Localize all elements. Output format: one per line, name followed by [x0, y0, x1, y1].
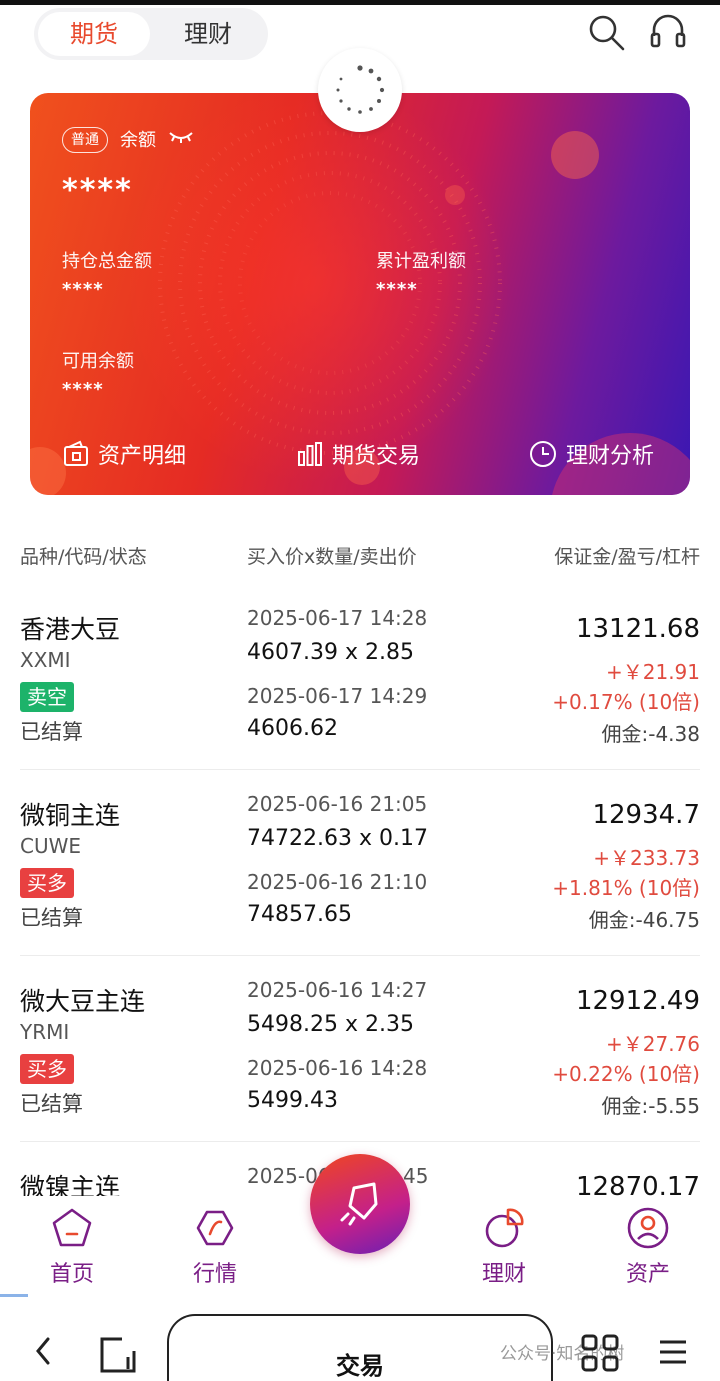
close-time: 2025-06-16 14:28 [247, 1056, 428, 1080]
commission: 佣金:-5.55 [601, 1094, 701, 1118]
variety-code: CUWE [20, 834, 82, 858]
close-price: 5499.43 [247, 1088, 338, 1113]
rocket-icon [340, 1182, 378, 1226]
variety-name: 香港大豆 [20, 615, 121, 644]
asset-detail-label: 资产明细 [98, 444, 187, 469]
clock-icon [530, 441, 556, 467]
margin-value: 13121.68 [575, 614, 700, 644]
grid-icon[interactable] [580, 1333, 620, 1377]
header-margin: 保证金/盈亏/杠杆 [554, 546, 700, 568]
nav-market-label: 行情 [192, 1262, 237, 1287]
wealth-analysis-button[interactable]: 理财分析 [528, 437, 654, 471]
margin-value: 12934.7 [592, 800, 700, 830]
market-icon [196, 1210, 234, 1246]
close-price: 74857.65 [247, 902, 352, 927]
trade-fab-button[interactable] [310, 1154, 410, 1254]
status-strip [0, 0, 720, 5]
header-price: 买入价x数量/卖出价 [247, 546, 417, 568]
variety-name: 微大豆主连 [20, 987, 146, 1016]
side-tag: 卖空 [20, 682, 74, 712]
back-icon[interactable] [30, 1335, 58, 1371]
pnl-value: +￥21.91 [605, 660, 700, 684]
asset-card: 普通 余额 **** 持仓总金额 **** 累计盈利额 **** 可用余额 **… [30, 93, 690, 495]
pnl-value: +￥233.73 [593, 846, 700, 870]
open-price-qty: 5498.25 x 2.35 [247, 1012, 414, 1037]
variety-name: 微铜主连 [20, 801, 121, 830]
variety-code: YRMI [20, 1020, 70, 1044]
tabs-icon[interactable] [98, 1335, 138, 1379]
scroll-indicator [0, 1294, 28, 1297]
close-price: 4606.62 [247, 716, 338, 741]
loading-spinner [318, 48, 402, 132]
nav-assets-label: 资产 [625, 1262, 670, 1287]
nav-assets[interactable]: 资产 [600, 1206, 696, 1288]
commission: 佣金:-4.38 [601, 722, 701, 746]
open-time: 2025-06-16 21:05 [247, 792, 428, 816]
bar-chart-icon [298, 442, 322, 466]
wealth-analysis-label: 理财分析 [566, 444, 655, 469]
header-variety: 品种/代码/状态 [20, 546, 147, 568]
trade-button[interactable]: 交易 [167, 1314, 553, 1381]
open-price-qty: 4607.39 x 2.85 [247, 640, 414, 665]
row-divider [20, 955, 700, 956]
futures-trade-label: 期货交易 [332, 444, 421, 469]
segment-control: 期货 理财 [34, 8, 268, 60]
row-divider [20, 769, 700, 770]
home-icon [52, 1208, 92, 1247]
close-time: 2025-06-17 14:29 [247, 684, 428, 708]
table-row[interactable]: 微铜主连 CUWE 买多 已结算 2025-06-16 21:05 74722.… [0, 784, 720, 956]
table-row[interactable]: 香港大豆 XXMI 卖空 已结算 2025-06-17 14:28 4607.3… [0, 598, 720, 770]
pct-leverage: +1.81% (10倍) [552, 876, 700, 900]
nav-wealth[interactable]: 理财 [456, 1206, 552, 1288]
futures-trade-button[interactable]: 期货交易 [296, 437, 420, 471]
account-type-badge: 普通 [62, 127, 108, 153]
profile-icon [627, 1207, 669, 1249]
headset-icon[interactable] [646, 10, 690, 54]
profit-label: 累计盈利额 [376, 251, 466, 272]
nav-market[interactable]: 行情 [167, 1206, 263, 1288]
system-nav-bar: 交易 公众号·知名的树 [0, 1305, 720, 1381]
balance-value: **** [62, 173, 133, 208]
menu-icon[interactable] [656, 1335, 690, 1373]
status-text: 已结算 [20, 720, 83, 744]
nav-home-label: 首页 [49, 1262, 94, 1287]
margin-value: 12912.49 [575, 986, 700, 1016]
pct-leverage: +0.17% (10倍) [552, 690, 700, 714]
nav-wealth-label: 理财 [481, 1262, 526, 1287]
pct-leverage: +0.22% (10倍) [552, 1062, 700, 1086]
pnl-value: +￥27.76 [605, 1032, 700, 1056]
status-text: 已结算 [20, 906, 83, 930]
close-time: 2025-06-16 21:10 [247, 870, 428, 894]
tab-futures[interactable]: 期货 [38, 12, 150, 56]
table-header: 品种/代码/状态 买入价x数量/卖出价 保证金/盈亏/杠杆 [0, 538, 720, 570]
open-time: 2025-06-17 14:28 [247, 606, 428, 630]
trade-label: 交易 [336, 1352, 384, 1380]
wallet-icon [64, 440, 88, 466]
card-background-pattern [30, 93, 690, 495]
search-icon[interactable] [584, 10, 628, 54]
side-tag: 买多 [20, 1054, 74, 1084]
open-price-qty: 74722.63 x 0.17 [247, 826, 428, 851]
open-time: 2025-06-16 14:27 [247, 978, 428, 1002]
profit-value: **** [376, 279, 418, 300]
finance-icon [485, 1208, 524, 1248]
available-label: 可用余额 [62, 351, 134, 372]
available-value: **** [62, 379, 104, 400]
balance-label: 余额 [120, 130, 156, 151]
asset-detail-button[interactable]: 资产明细 [62, 437, 186, 471]
nav-home[interactable]: 首页 [24, 1206, 120, 1288]
holdings-label: 持仓总金额 [62, 251, 152, 272]
row-divider [20, 1141, 700, 1142]
eye-closed-icon[interactable] [168, 129, 194, 149]
table-row[interactable]: 微大豆主连 YRMI 买多 已结算 2025-06-16 14:27 5498.… [0, 970, 720, 1142]
side-tag: 买多 [20, 868, 74, 898]
status-text: 已结算 [20, 1092, 83, 1116]
holdings-value: **** [62, 279, 104, 300]
spinner-icon [336, 65, 385, 114]
commission: 佣金:-46.75 [588, 908, 700, 932]
tab-wealth[interactable]: 理财 [152, 12, 264, 56]
variety-code: XXMI [20, 648, 71, 672]
